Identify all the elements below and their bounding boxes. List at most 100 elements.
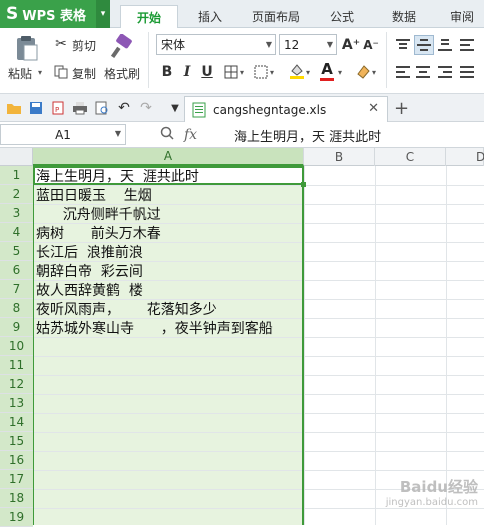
row-header[interactable]: 7 [0, 280, 33, 299]
row-header[interactable]: 4 [0, 223, 33, 242]
row-header[interactable]: 5 [0, 242, 33, 261]
fill-handle[interactable] [301, 182, 306, 187]
cell-a9[interactable]: 姑苏城外寒山寺 ，夜半钟声到客船 [36, 318, 273, 337]
watermark-url: jingyan.baidu.com [385, 497, 478, 508]
chevron-down-icon[interactable]: ▾ [96, 0, 110, 28]
row-header[interactable]: 17 [0, 470, 33, 489]
align-center-icon[interactable] [414, 63, 432, 81]
chevron-down-icon[interactable]: ▾ [338, 68, 342, 77]
tab-data[interactable]: 数据 [380, 5, 428, 28]
chevron-down-icon[interactable]: ▾ [306, 68, 310, 77]
chevron-down-icon: ▼ [265, 40, 272, 49]
row-header[interactable]: 15 [0, 432, 33, 451]
paste-icon[interactable] [12, 34, 40, 62]
copy-button[interactable]: 复制 [72, 65, 96, 82]
format-painter-button[interactable]: 格式刷 [104, 65, 140, 82]
cut-button[interactable]: 剪切 [72, 37, 96, 54]
justify-icon[interactable] [458, 63, 476, 81]
align-bottom-icon[interactable] [436, 36, 454, 54]
row-header[interactable]: 10 [0, 337, 33, 356]
row-header[interactable]: 8 [0, 299, 33, 318]
undo-icon[interactable]: ↶ [115, 99, 133, 117]
column-header-b[interactable]: B [304, 148, 375, 166]
row-header[interactable]: 16 [0, 451, 33, 470]
fill-pattern-icon[interactable] [252, 63, 270, 81]
cell-a8[interactable]: 夜听风雨声， 花落知多少 [36, 299, 217, 318]
cell-a7[interactable]: 故人西辞黄鹤 楼 [36, 280, 143, 299]
column-header-c[interactable]: C [375, 148, 446, 166]
select-all-corner[interactable] [0, 148, 33, 166]
cell-a4[interactable]: 病树 前头万木春 [36, 223, 161, 242]
row-header[interactable]: 11 [0, 356, 33, 375]
grid-line [446, 166, 447, 525]
document-filename: cangshegntage.xls [213, 102, 327, 117]
tab-insert[interactable]: 插入 [186, 5, 234, 28]
tab-page-layout[interactable]: 页面布局 [242, 5, 310, 28]
cell-a5[interactable]: 长江后 浪推前浪 [36, 242, 143, 261]
borders-icon[interactable] [222, 63, 240, 81]
chevron-down-icon[interactable]: ▼ [166, 99, 184, 117]
redo-icon[interactable]: ↷ [137, 99, 155, 117]
open-folder-icon[interactable] [5, 99, 23, 117]
row-header[interactable]: 2 [0, 185, 33, 204]
row-header[interactable]: 13 [0, 394, 33, 413]
row-header[interactable]: 3 [0, 204, 33, 223]
tab-home[interactable]: 开始 [120, 5, 178, 28]
column-header-a[interactable]: A [33, 148, 304, 166]
print-icon[interactable] [71, 99, 89, 117]
format-painter-icon[interactable] [108, 33, 134, 60]
chevron-down-icon[interactable]: ▾ [38, 68, 42, 77]
clear-format-icon[interactable] [354, 63, 372, 81]
row-header[interactable]: 14 [0, 413, 33, 432]
cell-a6[interactable]: 朝辞白帝 彩云间 [36, 261, 143, 280]
print-preview-icon[interactable] [93, 99, 111, 117]
font-name-select[interactable]: 宋体 ▼ [156, 34, 276, 55]
tab-review[interactable]: 审阅 [440, 5, 484, 28]
fill-color-icon[interactable] [288, 62, 306, 80]
wps-logo-icon: S [6, 4, 19, 24]
align-right-icon[interactable] [436, 63, 454, 81]
scissors-icon[interactable]: ✂ [52, 35, 70, 53]
export-pdf-icon[interactable]: P [49, 99, 67, 117]
font-color-icon[interactable]: A [318, 60, 336, 82]
font-shrink-icon[interactable]: A⁻ [362, 36, 380, 54]
underline-button[interactable]: U [198, 63, 216, 81]
grid-line [304, 166, 305, 525]
cell-a3[interactable]: 沉舟侧畔千帆过 [36, 204, 161, 223]
cell-a1[interactable]: 海上生明月，天 涯共此时 [36, 166, 199, 185]
bold-button[interactable]: B [158, 63, 176, 81]
chevron-down-icon[interactable]: ▾ [270, 68, 274, 77]
fx-icon[interactable]: fx [184, 127, 197, 143]
document-tab[interactable]: cangshegntage.xls ✕ [184, 96, 388, 122]
align-top-icon[interactable] [394, 36, 412, 54]
row-header[interactable]: 9 [0, 318, 33, 337]
chevron-down-icon[interactable]: ▾ [372, 68, 376, 77]
ribbon-divider [148, 32, 149, 88]
row-header[interactable]: 18 [0, 489, 33, 508]
row-header[interactable]: 6 [0, 261, 33, 280]
copy-icon[interactable] [52, 63, 70, 81]
formula-input[interactable]: 海上生明月，天 涯共此时 [226, 122, 484, 148]
cell-a2[interactable]: 蓝田日暖玉 生烟 [36, 185, 152, 204]
zoom-search-icon[interactable] [160, 126, 174, 143]
row-header[interactable]: 1 [0, 166, 33, 185]
align-left-icon[interactable] [394, 63, 412, 81]
font-size-select[interactable]: 12 ▼ [279, 34, 337, 55]
font-grow-icon[interactable]: A⁺ [342, 36, 360, 54]
wrap-text-icon[interactable] [458, 36, 476, 54]
close-icon[interactable]: ✕ [368, 101, 379, 116]
chevron-down-icon: ▼ [326, 40, 333, 49]
italic-button[interactable]: I [178, 63, 196, 81]
save-icon[interactable] [27, 99, 45, 117]
wps-menu-button[interactable]: S WPS 表格 ▾ [0, 0, 110, 28]
row-header[interactable]: 12 [0, 375, 33, 394]
paste-button[interactable]: 粘贴 [8, 65, 32, 82]
row-header[interactable]: 19 [0, 508, 33, 527]
add-tab-icon[interactable]: + [394, 98, 409, 119]
chevron-down-icon[interactable]: ▾ [240, 68, 244, 77]
align-middle-icon[interactable] [414, 35, 434, 55]
name-box-value: A1 [55, 127, 71, 142]
tab-formula[interactable]: 公式 [318, 5, 366, 28]
column-header-d[interactable]: D [446, 148, 484, 166]
name-box[interactable]: A1 ▼ [0, 124, 126, 145]
